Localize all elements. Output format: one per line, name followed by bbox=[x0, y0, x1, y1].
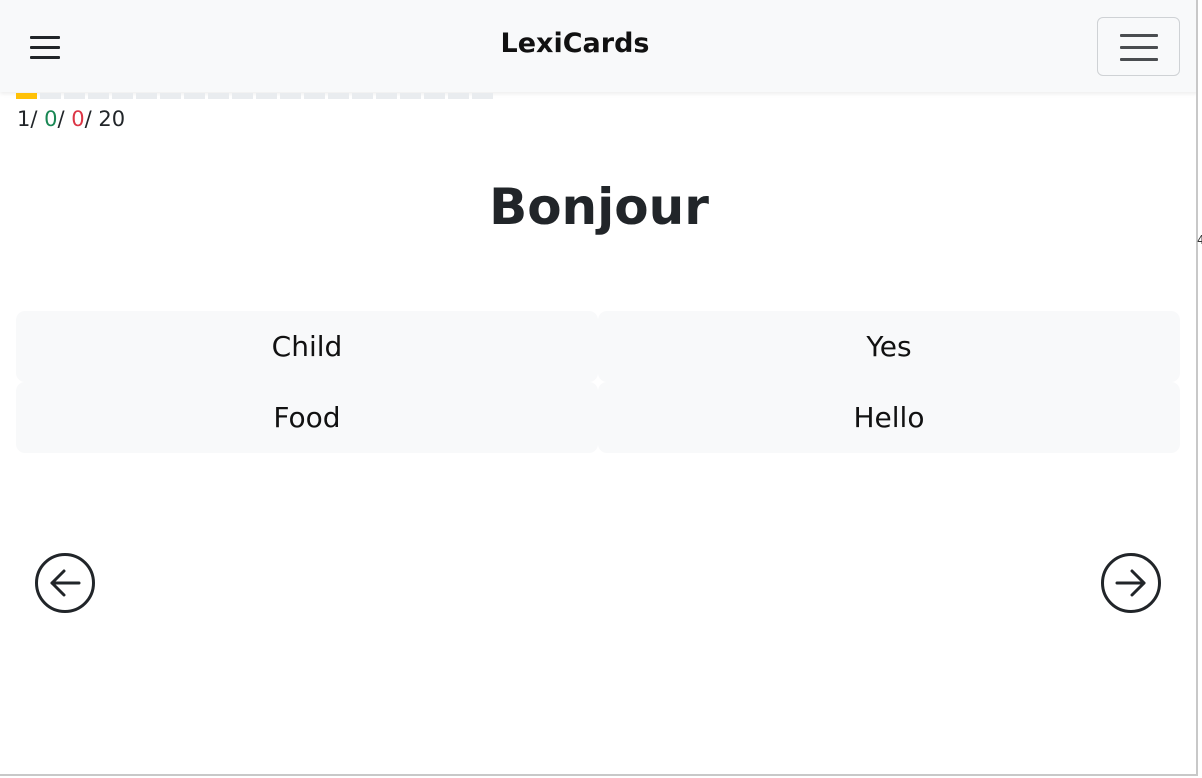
progress-segment bbox=[328, 93, 349, 99]
answer-option[interactable]: Child bbox=[16, 311, 598, 382]
progress-segment bbox=[280, 93, 301, 99]
progress-segment bbox=[304, 93, 325, 99]
edge-text: 4 bbox=[1197, 233, 1202, 247]
arrow-right-circle-icon bbox=[1101, 553, 1161, 613]
progress-segment bbox=[160, 93, 181, 99]
answer-options: Child Yes Food Hello bbox=[16, 311, 1180, 453]
progress-segment bbox=[64, 93, 85, 99]
progress-segment bbox=[352, 93, 373, 99]
current-card-number: 1 bbox=[17, 107, 31, 131]
answer-option[interactable]: Hello bbox=[598, 382, 1180, 453]
navbar-toggler-button[interactable] bbox=[1097, 17, 1180, 76]
progress-segment bbox=[256, 93, 277, 99]
next-button[interactable] bbox=[1100, 552, 1162, 614]
total-count: 20 bbox=[98, 107, 126, 131]
progress-segment bbox=[448, 93, 469, 99]
progress-segment bbox=[400, 93, 421, 99]
progress-segment bbox=[88, 93, 109, 99]
progress-segment bbox=[472, 93, 493, 99]
answer-option[interactable]: Food bbox=[16, 382, 598, 453]
wrong-count: 0 bbox=[71, 107, 85, 131]
progress-segment bbox=[40, 93, 61, 99]
arrow-left-circle-icon bbox=[35, 553, 95, 613]
navbar-toggler-icon bbox=[1120, 34, 1158, 37]
progress-segment bbox=[136, 93, 157, 99]
correct-count: 0 bbox=[44, 107, 58, 131]
score-counter: 1/ 0/ 0/ 20 bbox=[17, 107, 126, 131]
progress-segment bbox=[16, 93, 37, 99]
progress-segments bbox=[16, 93, 493, 99]
app-title: LexiCards bbox=[500, 28, 650, 59]
flashcard-word: Bonjour bbox=[489, 178, 709, 236]
progress-segment bbox=[112, 93, 133, 99]
progress-segment bbox=[184, 93, 205, 99]
previous-button[interactable] bbox=[34, 552, 96, 614]
answer-option[interactable]: Yes bbox=[598, 311, 1180, 382]
progress-segment bbox=[376, 93, 397, 99]
progress-segment bbox=[232, 93, 253, 99]
progress-segment bbox=[208, 93, 229, 99]
top-navbar: LexiCards bbox=[0, 0, 1196, 92]
app-window: LexiCards 1/ 0/ 0/ 20 Bonjour Child Yes … bbox=[0, 0, 1198, 776]
progress-segment bbox=[424, 93, 445, 99]
